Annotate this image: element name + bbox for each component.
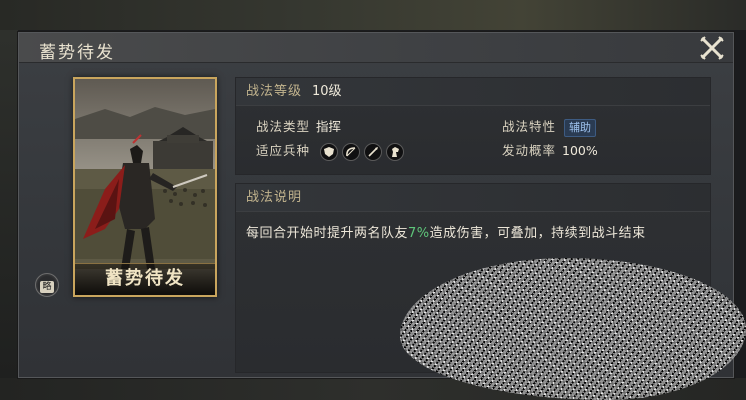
skill-trait-tag: 辅助 <box>564 119 597 137</box>
skill-type-label: 战法类型 <box>256 119 311 134</box>
trigger-chance-value: 100% <box>562 143 598 158</box>
dialog-header: 蓄势待发 <box>19 33 733 63</box>
description-header: 战法说明 <box>236 184 710 212</box>
skill-trait-row: 战法特性 辅助 <box>502 116 597 137</box>
dialog-title: 蓄势待发 <box>39 43 115 63</box>
skill-level-value: 10级 <box>312 84 342 99</box>
close-button[interactable] <box>699 35 725 61</box>
troop-icons <box>320 142 408 161</box>
spear-icon[interactable] <box>364 142 382 161</box>
noise-overlay <box>400 258 746 400</box>
skill-type-row: 战法类型 指挥 <box>256 116 341 135</box>
skill-level-header: 战法等级 10级 <box>236 78 710 106</box>
card-name-bar: 蓄势待发 <box>75 263 215 295</box>
shield-icon[interactable] <box>320 142 338 161</box>
bow-icon[interactable] <box>342 142 360 161</box>
troop-types-row: 适应兵种 <box>256 140 408 161</box>
card-name: 蓄势待发 <box>105 268 185 289</box>
strategy-badge-label: 略 <box>40 281 54 293</box>
skill-card: 蓄势待发 <box>73 77 217 297</box>
skill-trait-label: 战法特性 <box>502 119 557 134</box>
troop-types-label: 适应兵种 <box>256 143 311 158</box>
trigger-chance-label: 发动概率 <box>502 143 557 158</box>
description-text-part2: 造成伤害，可叠加，持续到战斗结束 <box>429 226 646 241</box>
horse-icon[interactable] <box>386 142 404 161</box>
description-text: 每回合开始时提升两名队友7%造成伤害，可叠加，持续到战斗结束 <box>246 222 646 241</box>
description-header-label: 战法说明 <box>246 190 303 205</box>
skill-level-label: 战法等级 <box>246 84 303 99</box>
skill-attributes-panel: 战法等级 10级 战法类型 指挥 战法特性 辅助 适应兵种 发动概率 100% <box>235 77 711 175</box>
strategy-badge[interactable]: 略 <box>35 273 59 297</box>
background-left <box>0 30 18 400</box>
background-top <box>0 0 746 30</box>
trigger-chance-row: 发动概率 100% <box>502 140 598 159</box>
description-text-part1: 每回合开始时提升两名队友 <box>246 226 409 241</box>
description-highlight-value: 7% <box>408 226 430 241</box>
close-icon <box>700 36 724 60</box>
skill-type-value: 指挥 <box>316 119 342 134</box>
